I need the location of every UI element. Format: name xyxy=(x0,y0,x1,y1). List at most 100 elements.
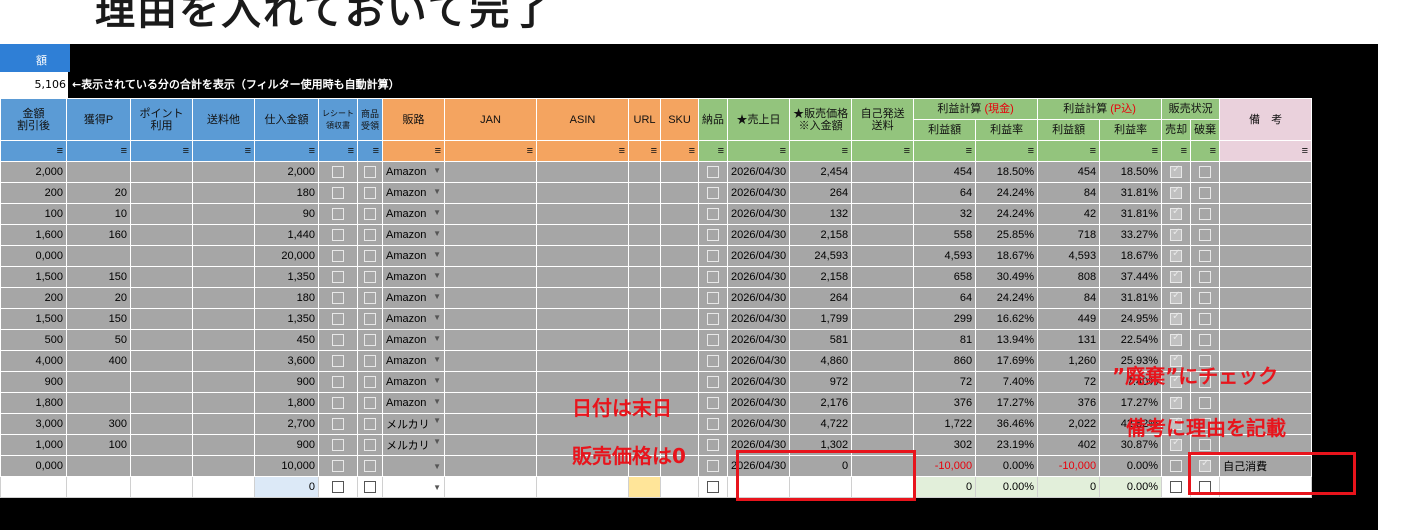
sold-checkbox[interactable] xyxy=(1161,245,1192,267)
shipping-other-cell[interactable] xyxy=(192,434,255,456)
filter-icon[interactable]: ≡ xyxy=(254,140,319,162)
filter-icon[interactable]: ≡ xyxy=(1161,140,1192,162)
sales-date-cell[interactable]: 2026/04/30 xyxy=(727,371,791,393)
shipping-other-cell[interactable] xyxy=(192,203,255,225)
sale-price-cell[interactable]: 1,799 xyxy=(789,308,853,330)
shipping-other-cell[interactable] xyxy=(192,308,255,330)
purchase-cell[interactable]: 0 xyxy=(254,476,319,498)
filter-icon[interactable]: ≡ xyxy=(444,140,538,162)
remarks-cell[interactable] xyxy=(1219,245,1313,267)
delivered-checkbox[interactable] xyxy=(698,413,729,435)
discount-cell[interactable]: 100 xyxy=(0,203,67,225)
receipt-checkbox[interactable] xyxy=(318,182,358,204)
points-cell[interactable] xyxy=(66,392,131,414)
delivered-checkbox[interactable] xyxy=(698,308,729,330)
points-cell[interactable]: 150 xyxy=(66,266,131,288)
point-use-cell[interactable] xyxy=(130,224,193,246)
jan-cell[interactable] xyxy=(444,476,538,498)
sale-price-cell[interactable]: 132 xyxy=(789,203,853,225)
sold-checkbox[interactable] xyxy=(1161,476,1192,498)
jan-cell[interactable] xyxy=(444,224,538,246)
sales-date-cell[interactable]: 2026/04/30 xyxy=(727,287,791,309)
sales-date-cell[interactable]: 2026/04/30 xyxy=(727,266,791,288)
shipping-other-cell[interactable] xyxy=(192,245,255,267)
purchase-cell[interactable]: 1,350 xyxy=(254,266,319,288)
goods-received-checkbox[interactable] xyxy=(356,161,384,183)
sales-date-cell[interactable]: 2026/04/30 xyxy=(727,308,791,330)
shipping-other-cell[interactable] xyxy=(192,371,255,393)
goods-received-checkbox[interactable] xyxy=(356,224,384,246)
channel-dropdown[interactable]: Amazon ▼ xyxy=(382,287,446,309)
sku-cell[interactable] xyxy=(660,287,700,309)
sales-date-cell[interactable]: 2026/04/30 xyxy=(727,413,791,435)
self-shipping-cell[interactable] xyxy=(851,182,915,204)
points-cell[interactable] xyxy=(66,245,131,267)
purchase-cell[interactable]: 180 xyxy=(254,287,319,309)
url-cell[interactable] xyxy=(628,287,662,309)
col-point-use[interactable]: ポイント 利用 xyxy=(130,98,193,141)
url-cell[interactable] xyxy=(628,224,662,246)
receipt-checkbox[interactable] xyxy=(318,455,358,477)
filter-icon[interactable]: ≡ xyxy=(356,140,384,162)
jan-cell[interactable] xyxy=(444,455,538,477)
shipping-other-cell[interactable] xyxy=(192,224,255,246)
receipt-checkbox[interactable] xyxy=(318,329,358,351)
col-profit-rate[interactable]: 利益率 xyxy=(975,119,1039,141)
sale-price-cell[interactable]: 2,176 xyxy=(789,392,853,414)
col-profit-p[interactable]: 利益計算 (P込) xyxy=(1037,98,1163,120)
receipt-checkbox[interactable] xyxy=(318,245,358,267)
discount-cell[interactable]: 0,000 xyxy=(0,245,67,267)
delivered-checkbox[interactable] xyxy=(698,182,729,204)
delivered-checkbox[interactable] xyxy=(698,434,729,456)
point-use-cell[interactable] xyxy=(130,245,193,267)
delivered-checkbox[interactable] xyxy=(698,161,729,183)
remarks-cell[interactable] xyxy=(1219,392,1313,414)
discount-cell[interactable]: 2,000 xyxy=(0,161,67,183)
sold-checkbox[interactable] xyxy=(1161,392,1192,414)
col-channel[interactable]: 販路 xyxy=(382,98,446,141)
remarks-cell[interactable] xyxy=(1219,287,1313,309)
channel-dropdown[interactable]: Amazon ▼ xyxy=(382,371,446,393)
url-cell[interactable] xyxy=(628,182,662,204)
goods-received-checkbox[interactable] xyxy=(356,371,384,393)
sales-date-cell[interactable]: 2026/04/30 xyxy=(727,203,791,225)
discount-cell[interactable]: 200 xyxy=(0,287,67,309)
self-shipping-cell[interactable] xyxy=(851,413,915,435)
goods-received-checkbox[interactable] xyxy=(356,245,384,267)
channel-dropdown[interactable]: Amazon ▼ xyxy=(382,245,446,267)
delivered-checkbox[interactable] xyxy=(698,287,729,309)
url-cell[interactable] xyxy=(628,371,662,393)
filter-icon[interactable]: ≡ xyxy=(130,140,193,162)
points-cell[interactable] xyxy=(66,455,131,477)
col-profit-rate-p[interactable]: 利益率 xyxy=(1099,119,1163,141)
sku-cell[interactable] xyxy=(660,266,700,288)
sales-date-cell[interactable]: 2026/04/30 xyxy=(727,392,791,414)
points-cell[interactable] xyxy=(66,476,131,498)
discount-cell[interactable] xyxy=(0,476,67,498)
delivered-checkbox[interactable] xyxy=(698,329,729,351)
sale-price-cell[interactable]: 24,593 xyxy=(789,245,853,267)
shipping-other-cell[interactable] xyxy=(192,392,255,414)
jan-cell[interactable] xyxy=(444,161,538,183)
point-use-cell[interactable] xyxy=(130,392,193,414)
discount-cell[interactable]: 0,000 xyxy=(0,455,67,477)
sold-checkbox[interactable] xyxy=(1161,455,1192,477)
goods-received-checkbox[interactable] xyxy=(356,182,384,204)
asin-cell[interactable] xyxy=(536,182,630,204)
col-shipping-other[interactable]: 送料他 xyxy=(192,98,255,141)
point-use-cell[interactable] xyxy=(130,350,193,372)
channel-dropdown[interactable]: Amazon ▼ xyxy=(382,203,446,225)
receipt-checkbox[interactable] xyxy=(318,266,358,288)
delivered-checkbox[interactable] xyxy=(698,266,729,288)
asin-cell[interactable] xyxy=(536,329,630,351)
jan-cell[interactable] xyxy=(444,266,538,288)
asin-cell[interactable] xyxy=(536,224,630,246)
goods-received-checkbox[interactable] xyxy=(356,308,384,330)
sale-price-cell[interactable]: 264 xyxy=(789,182,853,204)
goods-received-checkbox[interactable] xyxy=(356,287,384,309)
shipping-other-cell[interactable] xyxy=(192,455,255,477)
sku-cell[interactable] xyxy=(660,203,700,225)
jan-cell[interactable] xyxy=(444,182,538,204)
goods-received-checkbox[interactable] xyxy=(356,476,384,498)
sku-cell[interactable] xyxy=(660,161,700,183)
